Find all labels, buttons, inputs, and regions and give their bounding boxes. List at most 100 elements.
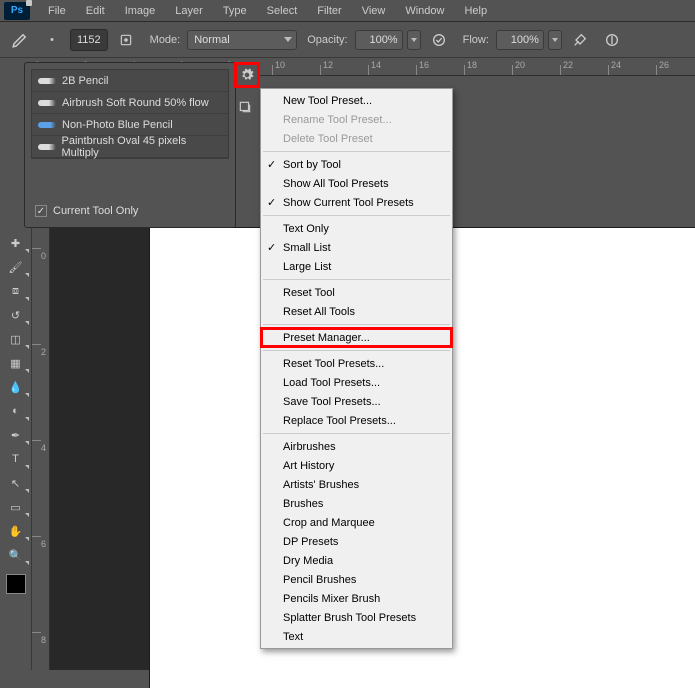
- preset-item[interactable]: Airbrush Soft Round 50% flow: [32, 92, 228, 114]
- tool-rect[interactable]: ▭: [2, 496, 30, 518]
- ruler-tick: 0: [32, 248, 41, 261]
- menu-item-reset-all-tools[interactable]: Reset All Tools: [261, 302, 452, 321]
- menu-item-preset-manager[interactable]: Preset Manager...: [261, 328, 452, 347]
- tool-dodge[interactable]: ◐: [2, 400, 30, 422]
- menu-image[interactable]: Image: [115, 2, 166, 20]
- preset-item[interactable]: 2B Pencil: [32, 70, 228, 92]
- preset-panel-menu-button[interactable]: [234, 62, 260, 88]
- menu-item-replace-tool-presets[interactable]: Replace Tool Presets...: [261, 411, 452, 430]
- menu-select[interactable]: Select: [257, 2, 308, 20]
- ruler-tick: 20: [512, 65, 525, 75]
- tool-gradient[interactable]: ▦: [2, 352, 30, 374]
- preset-item[interactable]: Paintbrush Oval 45 pixels Multiply: [32, 136, 228, 158]
- ruler-tick: 14: [368, 65, 381, 75]
- ruler-tick: 26: [656, 65, 669, 75]
- ruler-tick: 2: [32, 344, 41, 357]
- menu-item-sort-by-tool[interactable]: Sort by Tool: [261, 155, 452, 174]
- tool-type[interactable]: T: [2, 448, 30, 470]
- blend-mode-select[interactable]: Normal: [187, 30, 297, 50]
- menu-item-art-history[interactable]: Art History: [261, 456, 452, 475]
- current-tool-only-checkbox[interactable]: ✓ Current Tool Only: [35, 205, 138, 217]
- toolbox: ✚🖌⧈↺◫▦💧◐✒T↖▭✋🔍: [0, 228, 32, 670]
- menu-item-brushes[interactable]: Brushes: [261, 494, 452, 513]
- tool-history[interactable]: ↺: [2, 304, 30, 326]
- ruler-tick: 8: [32, 632, 41, 645]
- menu-item-show-all-tool-presets[interactable]: Show All Tool Presets: [261, 174, 452, 193]
- menu-item-dry-media[interactable]: Dry Media: [261, 551, 452, 570]
- menu-separator: [263, 215, 450, 216]
- opacity-dropdown[interactable]: [407, 30, 421, 50]
- menu-edit[interactable]: Edit: [76, 2, 115, 20]
- brush-size-field[interactable]: 1152: [70, 29, 108, 51]
- app-logo: Ps: [4, 2, 30, 20]
- airbrush-icon[interactable]: [566, 28, 594, 52]
- menu-separator: [263, 350, 450, 351]
- tool-brush[interactable]: 🖌: [2, 256, 30, 278]
- tool-healing[interactable]: ✚: [2, 232, 30, 254]
- brush-stroke-icon: [38, 122, 56, 128]
- menu-view[interactable]: View: [352, 2, 396, 20]
- menu-item-new-tool-preset[interactable]: New Tool Preset...: [261, 91, 452, 110]
- menu-item-load-tool-presets[interactable]: Load Tool Presets...: [261, 373, 452, 392]
- tool-path[interactable]: ↖: [2, 472, 30, 494]
- tool-blur[interactable]: 💧: [2, 376, 30, 398]
- tool-preset-picker[interactable]: [6, 28, 34, 52]
- menu-item-large-list[interactable]: Large List: [261, 257, 452, 276]
- flow-field[interactable]: 100%: [496, 30, 544, 50]
- menu-layer[interactable]: Layer: [165, 2, 213, 20]
- menu-file[interactable]: File: [38, 2, 76, 20]
- menu-filter[interactable]: Filter: [307, 2, 351, 20]
- tablet-size-icon[interactable]: [598, 28, 626, 52]
- menu-item-text-only[interactable]: Text Only: [261, 219, 452, 238]
- ruler-tick: 12: [320, 65, 333, 75]
- menu-item-splatter-brush-tool-presets[interactable]: Splatter Brush Tool Presets: [261, 608, 452, 627]
- tool-stamp[interactable]: ⧈: [2, 280, 30, 302]
- menu-item-reset-tool[interactable]: Reset Tool: [261, 283, 452, 302]
- menu-item-artists-brushes[interactable]: Artists' Brushes: [261, 475, 452, 494]
- brush-stroke-icon: [38, 78, 56, 84]
- tool-preset-panel: 2B Pencil Airbrush Soft Round 50% flow Non…: [24, 62, 236, 228]
- brush-stroke-icon: [38, 100, 56, 106]
- menu-separator: [263, 151, 450, 152]
- tool-pen[interactable]: ✒: [2, 424, 30, 446]
- menu-item-airbrushes[interactable]: Airbrushes: [261, 437, 452, 456]
- tool-eraser[interactable]: ◫: [2, 328, 30, 350]
- menu-item-pencil-brushes[interactable]: Pencil Brushes: [261, 570, 452, 589]
- foreground-swatch[interactable]: [6, 574, 26, 594]
- preset-item-label: Paintbrush Oval 45 pixels Multiply: [62, 135, 223, 159]
- preset-item-label: 2B Pencil: [62, 75, 108, 87]
- ruler-tick: 6: [32, 536, 41, 549]
- tool-hand[interactable]: ✋: [2, 520, 30, 542]
- brush-panel-toggle[interactable]: [112, 28, 140, 52]
- menu-type[interactable]: Type: [213, 2, 257, 20]
- ruler-tick: 22: [560, 65, 573, 75]
- menu-item-dp-presets[interactable]: DP Presets: [261, 532, 452, 551]
- preset-item[interactable]: Non-Photo Blue Pencil: [32, 114, 228, 136]
- menu-item-save-tool-presets[interactable]: Save Tool Presets...: [261, 392, 452, 411]
- tablet-opacity-icon[interactable]: [425, 28, 453, 52]
- ruler-tick: 18: [464, 65, 477, 75]
- tool-zoom[interactable]: 🔍: [2, 544, 30, 566]
- menu-item-crop-and-marquee[interactable]: Crop and Marquee: [261, 513, 452, 532]
- menu-item-pencils-mixer-brush[interactable]: Pencils Mixer Brush: [261, 589, 452, 608]
- menu-separator: [263, 433, 450, 434]
- menu-item-small-list[interactable]: Small List: [261, 238, 452, 257]
- menu-item-show-current-tool-presets[interactable]: Show Current Tool Presets: [261, 193, 452, 212]
- options-bar: • 1152 Mode: Normal Opacity: 100% Flow: …: [0, 22, 695, 58]
- menu-item-rename-tool-preset: Rename Tool Preset...: [261, 110, 452, 129]
- brush-stroke-icon: [38, 144, 56, 150]
- brush-preset-picker[interactable]: •: [38, 28, 66, 52]
- menu-item-delete-tool-preset: Delete Tool Preset: [261, 129, 452, 148]
- opacity-label: Opacity:: [307, 34, 347, 46]
- new-preset-icon[interactable]: [238, 100, 254, 116]
- mode-label: Mode:: [150, 34, 181, 46]
- menu-window[interactable]: Window: [395, 2, 454, 20]
- menu-item-text[interactable]: Text: [261, 627, 452, 646]
- menu-help[interactable]: Help: [454, 2, 497, 20]
- opacity-field[interactable]: 100%: [355, 30, 403, 50]
- preset-item-label: Non-Photo Blue Pencil: [62, 119, 173, 131]
- gear-icon: [240, 68, 254, 82]
- menubar: Ps FileEditImageLayerTypeSelectFilterVie…: [0, 0, 695, 22]
- menu-item-reset-tool-presets[interactable]: Reset Tool Presets...: [261, 354, 452, 373]
- flow-dropdown[interactable]: [548, 30, 562, 50]
